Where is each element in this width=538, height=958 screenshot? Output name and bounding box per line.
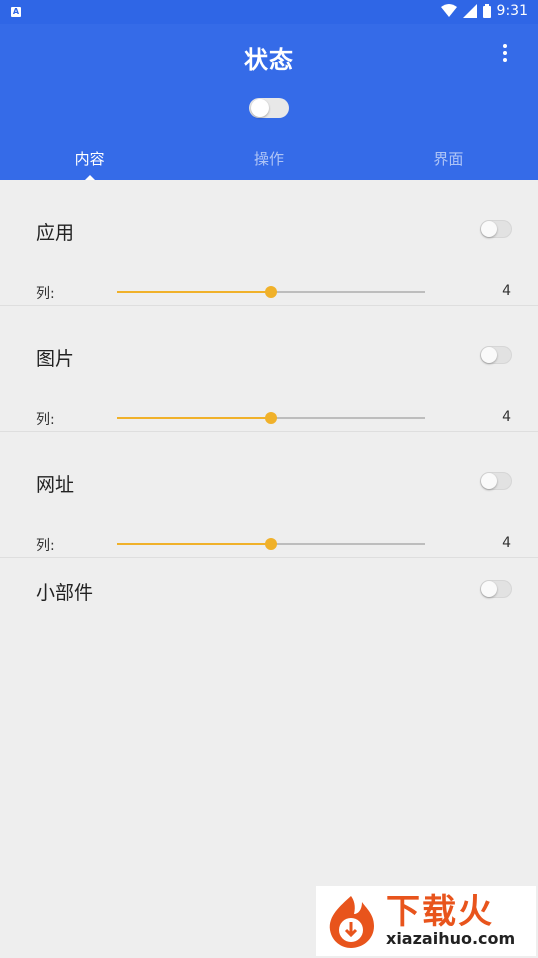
more-vert-icon[interactable]	[502, 44, 508, 62]
toggle-knob	[481, 221, 497, 237]
toggle-knob	[251, 99, 269, 117]
columns-slider[interactable]	[117, 412, 425, 424]
columns-label: 列:	[36, 412, 55, 428]
toggle-knob	[481, 347, 497, 363]
slider-thumb[interactable]	[265, 412, 277, 424]
columns-value: 4	[502, 535, 511, 551]
urls-toggle[interactable]	[480, 472, 512, 490]
wifi-icon	[440, 4, 457, 17]
slider-fill	[117, 291, 271, 293]
section-widgets: 小部件	[0, 558, 538, 684]
slider-fill	[117, 543, 271, 545]
tab-bar: 内容 操作 界面	[0, 148, 538, 180]
signal-icon	[462, 4, 477, 18]
apps-toggle[interactable]	[480, 220, 512, 238]
widgets-toggle[interactable]	[480, 580, 512, 598]
images-toggle[interactable]	[480, 346, 512, 364]
section-urls: 网址 列: 4	[0, 432, 538, 558]
columns-label: 列:	[36, 538, 55, 554]
columns-slider[interactable]	[117, 286, 425, 298]
section-title: 应用	[36, 222, 75, 244]
section-title: 图片	[36, 348, 75, 370]
columns-value: 4	[502, 409, 511, 425]
slider-thumb[interactable]	[265, 538, 277, 550]
notification-a-icon: A	[11, 7, 21, 17]
slider-thumb[interactable]	[265, 286, 277, 298]
toggle-knob	[481, 473, 497, 489]
battery-icon	[482, 4, 491, 18]
columns-slider[interactable]	[117, 538, 425, 550]
section-title: 小部件	[36, 582, 94, 604]
tab-label: 操作	[253, 150, 284, 168]
tab-interface[interactable]: 界面	[359, 148, 538, 180]
section-title: 网址	[36, 474, 75, 496]
watermark: 下载火 xiazaihuo.com	[316, 886, 536, 956]
slider-fill	[117, 417, 271, 419]
settings-list: 应用 列: 4 图片 列: 4 网址 列: 4 小部件	[0, 180, 538, 684]
page-title: 状态	[244, 46, 294, 74]
status-bar: A 9:31	[0, 0, 538, 24]
flame-logo-icon	[322, 892, 380, 950]
status-time: 9:31	[496, 3, 528, 19]
toggle-knob	[481, 581, 497, 597]
app-bar: 状态 内容 操作 界面	[0, 24, 538, 180]
tab-actions[interactable]: 操作	[179, 148, 358, 180]
columns-label: 列:	[36, 286, 55, 302]
tab-label: 界面	[433, 150, 464, 168]
tab-label: 内容	[74, 150, 105, 168]
master-toggle[interactable]	[249, 98, 289, 118]
tab-content[interactable]: 内容	[0, 148, 179, 180]
section-images: 图片 列: 4	[0, 306, 538, 432]
watermark-url: xiazaihuo.com	[386, 929, 516, 948]
section-apps: 应用 列: 4	[0, 180, 538, 306]
columns-value: 4	[502, 283, 511, 299]
watermark-brand: 下载火	[386, 892, 494, 932]
